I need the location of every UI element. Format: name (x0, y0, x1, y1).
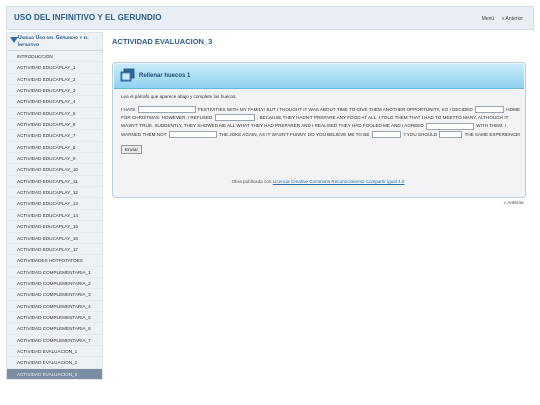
sidebar-item[interactable]: ACTIVIDAD COMPLEMENTARIA_5 (7, 312, 102, 324)
sidebar-heading[interactable]: Unidad Uso del Gerundio y el Infinitivo (7, 33, 102, 51)
license-link[interactable]: Licencia Creative Commons Reconocimiento… (273, 179, 405, 184)
sidebar-item[interactable]: ACTIVIDAD EDUCAPLAY_2 (7, 74, 102, 86)
sidebar-item[interactable]: ACTIVIDAD EDUCAPLAY_4 (7, 96, 102, 108)
gap-input-6[interactable] (371, 130, 401, 138)
sidebar-item[interactable]: ACTIVIDAD COMPLEMENTARIA_2 (7, 278, 102, 290)
cloze-text-2: FESTIVITIES WITH MY FAMILY! BUT I THOUGH… (198, 107, 473, 112)
sidebar-item[interactable]: ACTIVIDAD EDUCAPLAY_16 (7, 233, 102, 244)
sidebar-item[interactable]: ACTIVIDAD EDUCAPLAY_14 (7, 210, 102, 222)
sidebar-item[interactable]: ACTIVIDAD COMPLEMENTARIA_1 (7, 267, 102, 278)
cloze-text-1: I HATE (121, 107, 136, 112)
exercise-panel: Rellenar huecos 1 Lea el párrafo que apa… (112, 62, 526, 198)
page-title: ACTIVIDAD EVALUACION_3 (112, 37, 213, 46)
gap-input-1[interactable] (137, 106, 196, 114)
sidebar-item[interactable]: INTRODUCCION (7, 51, 102, 63)
instructions: Lea el párrafo que aparece abajo y compl… (121, 94, 237, 99)
sidebar-item[interactable]: ACTIVIDAD EDUCAPLAY_5 (7, 108, 102, 120)
sidebar: Unidad Uso del Gerundio y el Infinitivo … (6, 32, 103, 380)
gap-input-5[interactable] (168, 130, 217, 138)
sidebar-item[interactable]: ACTIVIDADES HOTPOTATOES (7, 255, 102, 267)
sidebar-heading-label: Unidad Uso del Gerundio y el Infinitivo (18, 35, 89, 48)
exercise-window-icon (120, 68, 135, 82)
sidebar-item[interactable]: ACTIVIDAD COMPLEMENTARIA_7 (7, 335, 102, 346)
submit-button[interactable]: Enviar (121, 144, 143, 154)
sidebar-list: INTRODUCCION ACTIVIDAD EDUCAPLAY_1 ACTIVID… (7, 51, 102, 380)
sidebar-item[interactable]: ACTIVIDAD EDUCAPLAY_10 (7, 164, 102, 176)
exercise-title: Rellenar huecos 1 (139, 73, 191, 79)
cloze-text-8: THE SAME EXPERIENCE! (464, 131, 521, 137)
sidebar-item[interactable]: ACTIVIDAD COMPLEMENTARIA_3 (7, 289, 102, 301)
page-header: USO DEL INFINITIVO Y EL GERUNDIO Menú « … (6, 6, 534, 30)
sidebar-item[interactable]: ACTIVIDAD EVALUACION_1 (7, 346, 102, 358)
sidebar-item[interactable]: ACTIVIDAD EDUCAPLAY_13 (7, 198, 102, 210)
sidebar-item[interactable]: ACTIVIDAD EDUCAPLAY_15 (7, 221, 102, 233)
sidebar-item[interactable]: ACTIVIDAD COMPLEMENTARIA_4 (7, 301, 102, 312)
header-nav: Menú « Anterior (476, 16, 523, 22)
exercise-body: Lea el párrafo que aparece abajo y compl… (121, 94, 521, 154)
cloze-text-6: THE JOKE AGAIN, AS IT WASN'T FUNNY. DO Y… (218, 131, 370, 137)
gap-input-3[interactable] (214, 114, 255, 122)
sidebar-item[interactable]: ACTIVIDAD COMPLEMENTARIA_6 (7, 323, 102, 335)
exercise-panel-header: Rellenar huecos 1 (114, 64, 524, 89)
gap-input-7[interactable] (439, 130, 463, 138)
sidebar-item[interactable]: ACTIVIDAD EDUCAPLAY_6 (7, 119, 102, 131)
cloze-text-7: ? YOU SHOULD (402, 131, 438, 137)
sidebar-item[interactable]: ACTIVIDAD EVALUACION_3 (7, 368, 102, 380)
sidebar-item[interactable]: ACTIVIDAD EDUCAPLAY_11 (7, 176, 102, 188)
menu-link[interactable]: Menú (482, 16, 495, 22)
license-prefix: Obra publicada con (231, 179, 272, 184)
sidebar-item[interactable]: ACTIVIDAD EDUCAPLAY_8 (7, 142, 102, 154)
gap-input-2[interactable] (474, 106, 504, 114)
gap-input-4[interactable] (425, 122, 474, 130)
site-title[interactable]: USO DEL INFINITIVO Y EL GERUNDIO (14, 13, 162, 22)
sidebar-item[interactable]: ACTIVIDAD EDUCAPLAY_3 (7, 85, 102, 97)
license-note: Obra publicada con Licencia Creative Com… (111, 179, 525, 184)
sidebar-item[interactable]: ACTIVIDAD EVALUACION_2 (7, 357, 102, 369)
sidebar-item[interactable]: ACTIVIDAD EDUCAPLAY_7 (7, 130, 102, 142)
bottom-prev-link[interactable]: « Anterior (503, 201, 524, 206)
prev-link[interactable]: « Anterior (502, 16, 523, 22)
sidebar-item[interactable]: ACTIVIDAD EDUCAPLAY_1 (7, 62, 102, 74)
cloze-text: I HATE FESTIVITIES WITH MY FAMILY! BUT I… (121, 106, 521, 139)
sidebar-collapse-arrow-icon[interactable] (10, 37, 18, 43)
sidebar-item[interactable]: ACTIVIDAD EDUCAPLAY_9 (7, 153, 102, 165)
sidebar-item[interactable]: ACTIVIDAD EDUCAPLAY_12 (7, 187, 102, 199)
sidebar-item[interactable]: ACTIVIDAD EDUCAPLAY_17 (7, 244, 102, 256)
